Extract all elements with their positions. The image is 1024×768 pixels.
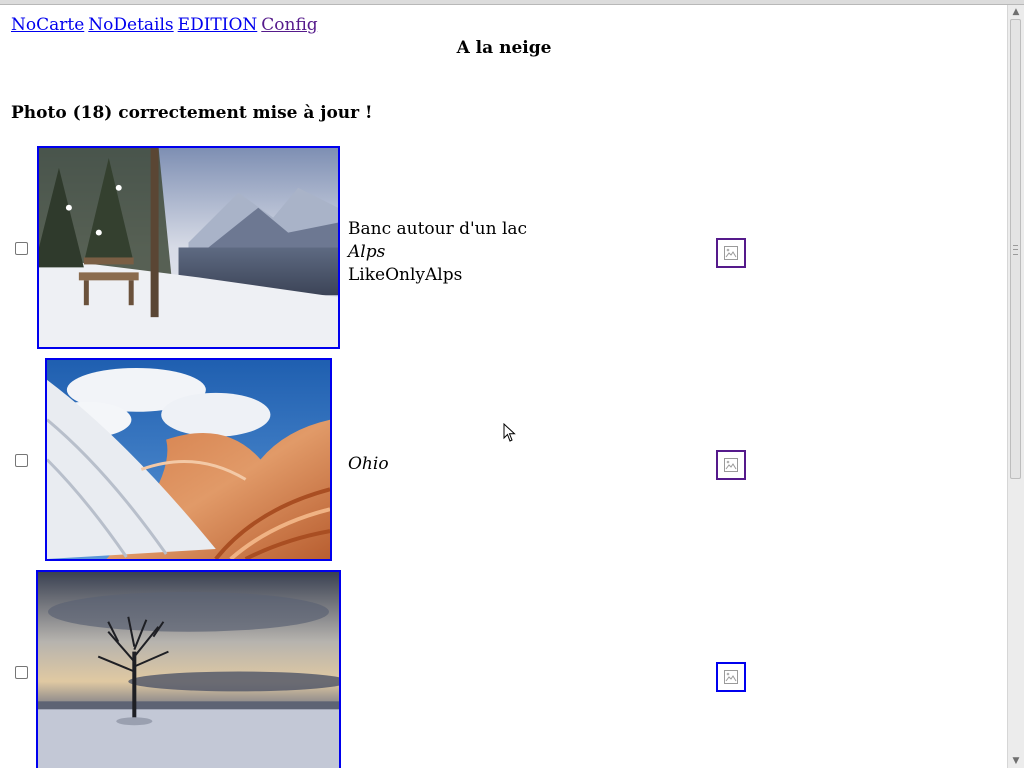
photo-source: LikeOnlyAlps xyxy=(348,265,463,285)
broken-image-icon xyxy=(724,670,738,684)
page-viewport: NoCarte NoDetails EDITION Config A la neige… xyxy=(0,5,1008,768)
page-title: A la neige xyxy=(456,38,552,58)
photo-action-image-link[interactable] xyxy=(716,662,746,692)
nav-link-config[interactable]: Config xyxy=(261,15,317,35)
nav-link-edition[interactable]: EDITION xyxy=(178,15,258,35)
photo-title: Banc autour d'un lac xyxy=(348,219,528,239)
vertical-scrollbar[interactable]: ▲ ▼ xyxy=(1007,5,1024,768)
scrollbar-thumb[interactable] xyxy=(1010,19,1021,479)
top-nav: NoCarte NoDetails EDITION Config xyxy=(11,15,322,35)
nav-link-nocarte[interactable]: NoCarte xyxy=(11,15,84,35)
broken-image-icon xyxy=(724,246,738,260)
scroll-up-arrow-icon[interactable]: ▲ xyxy=(1008,5,1024,19)
photo-thumbnail-link[interactable] xyxy=(37,146,340,349)
photo-action-image-link[interactable] xyxy=(716,238,746,268)
photo-select-checkbox[interactable] xyxy=(15,242,28,255)
photo-row: Banc autour d'un lac Alps LikeOnlyAlps xyxy=(0,143,1008,353)
lone-winter-tree-icon xyxy=(38,572,339,768)
photo-location: Ohio xyxy=(348,454,389,474)
status-message: Photo (18) correctement mise à jour ! xyxy=(11,103,373,123)
photo-row: Ohio xyxy=(0,355,1008,565)
scrollbar-grip-icon xyxy=(1013,245,1018,255)
photo-select-checkbox[interactable] xyxy=(15,454,28,467)
broken-image-icon xyxy=(724,458,738,472)
snowy-sandstone-wave-icon xyxy=(47,360,330,559)
photo-thumbnail-link[interactable] xyxy=(36,570,341,768)
photo-caption: Ohio xyxy=(348,453,389,476)
photo-location: Alps xyxy=(348,242,386,262)
snowy-lake-bench-icon xyxy=(39,148,338,347)
scroll-down-arrow-icon[interactable]: ▼ xyxy=(1008,754,1024,768)
nav-link-nodetails[interactable]: NoDetails xyxy=(88,15,173,35)
photo-thumbnail-link[interactable] xyxy=(45,358,332,561)
photo-action-image-link[interactable] xyxy=(716,450,746,480)
photo-caption: Banc autour d'un lac Alps LikeOnlyAlps xyxy=(348,218,527,287)
mouse-pointer-icon xyxy=(503,422,517,447)
photo-select-checkbox[interactable] xyxy=(15,666,28,679)
photo-row xyxy=(0,567,1008,768)
